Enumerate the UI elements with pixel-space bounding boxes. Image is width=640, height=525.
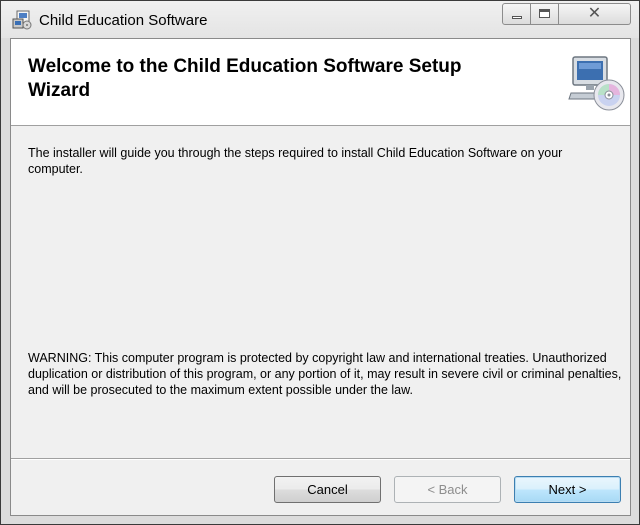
title-bar[interactable]: Child Education Software ✕ — [1, 1, 639, 38]
minimize-icon — [512, 16, 522, 19]
maximize-button[interactable] — [531, 3, 559, 25]
installer-app-icon — [12, 10, 32, 30]
copyright-warning-text: WARNING: This computer program is protec… — [28, 351, 622, 397]
computer-cd-icon — [567, 53, 627, 113]
setup-wizard-window: Child Education Software ✕ Welcome to th… — [0, 0, 640, 525]
wizard-banner: Welcome to the Child Education Software … — [11, 39, 630, 126]
footer-divider — [11, 458, 630, 460]
back-button[interactable]: < Back — [394, 476, 501, 503]
close-icon: ✕ — [587, 5, 602, 22]
minimize-button[interactable] — [502, 3, 531, 25]
cancel-button[interactable]: Cancel — [274, 476, 381, 503]
wizard-client-area: Welcome to the Child Education Software … — [10, 38, 631, 516]
maximize-icon — [539, 9, 550, 18]
intro-text: The installer will guide you through the… — [28, 146, 563, 176]
wizard-heading: Welcome to the Child Education Software … — [28, 56, 462, 101]
caption-buttons: ✕ — [502, 3, 631, 25]
window-title: Child Education Software — [39, 12, 208, 29]
next-button[interactable]: Next > — [514, 476, 621, 503]
close-button[interactable]: ✕ — [559, 3, 631, 25]
